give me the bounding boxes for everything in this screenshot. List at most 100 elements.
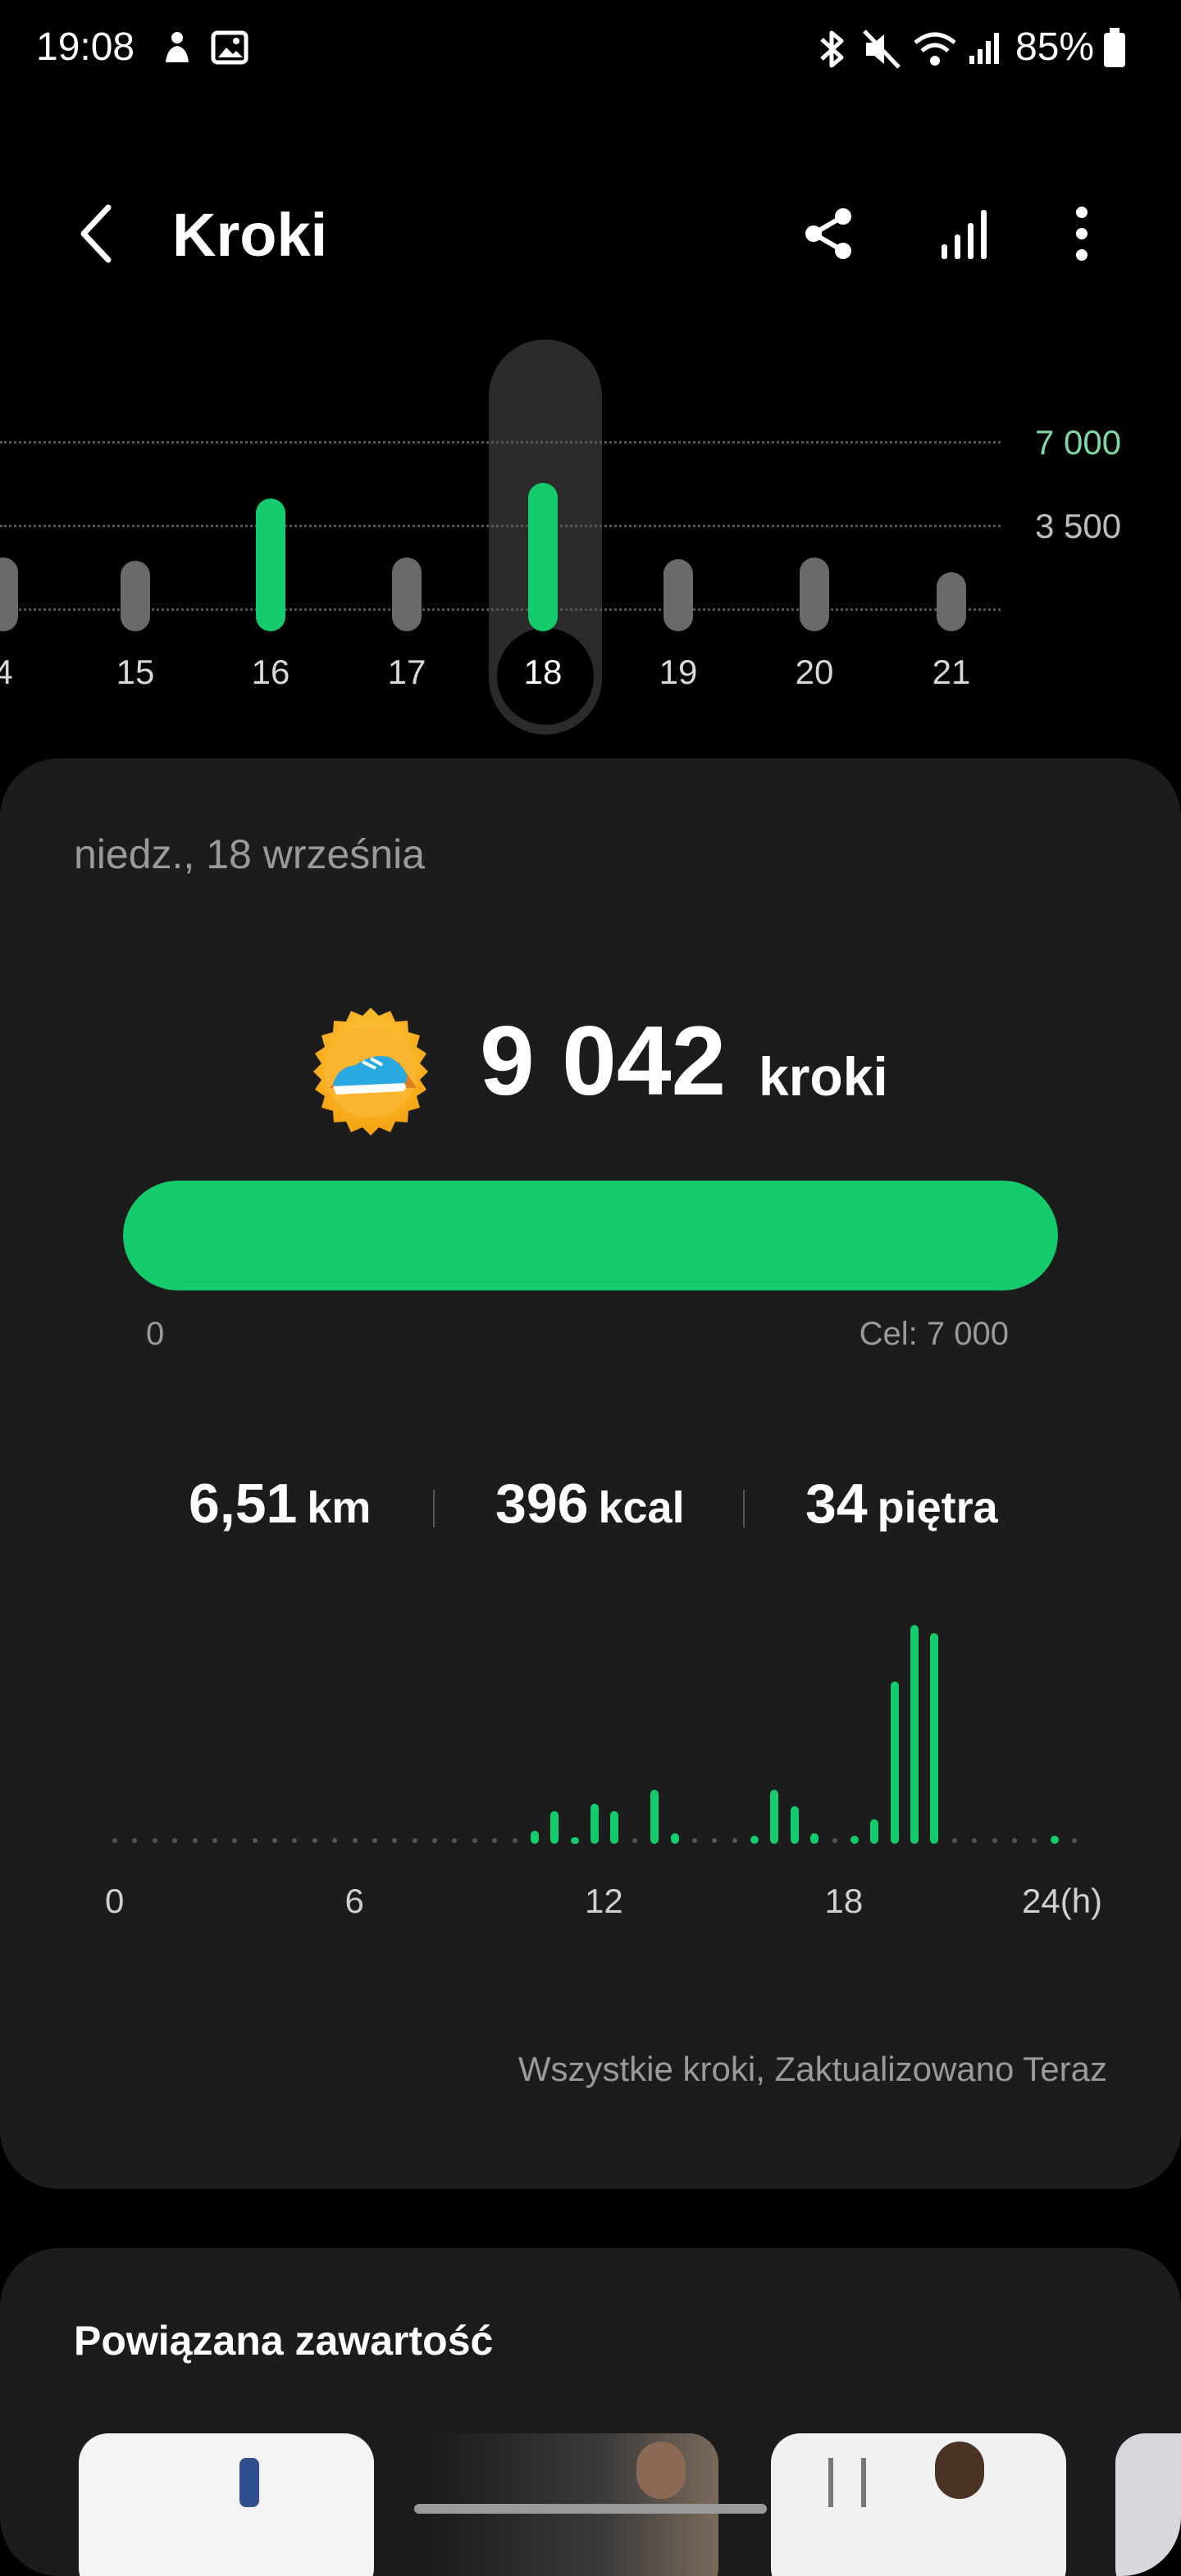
progress-min-label: 0 [146,1316,165,1352]
hour-baseline-dot [352,1838,358,1843]
goal-gridline-label: 7 000 [1035,423,1122,462]
hour-axis-label: 0 [105,1882,125,1920]
daily-steps-chart: 7 000 3 500 4 15 16 17 18 19 20 21 [0,328,1181,754]
progress-goal-label: Cel: 7 000 [859,1316,1009,1352]
hour-baseline-dot [472,1838,477,1843]
calories-unit: kcal [598,1483,685,1532]
hour-baseline-dot [452,1838,458,1843]
related-content-card: Powiązana zawartość [0,2248,1181,2576]
steps-unit: kroki [759,1046,888,1107]
hourly-bar [650,1790,659,1844]
hourly-bar [570,1836,579,1844]
day-bar-4[interactable] [0,558,18,631]
notification-icon [157,28,197,71]
steps-summary-card: niedz., 18 września 9 042 kroki 0 Cel: 7… [0,758,1181,2189]
hour-baseline-dot [192,1838,198,1843]
page-title: Kroki [172,201,328,269]
hourly-bar [550,1811,559,1844]
update-status: Wszystkie kroki, Zaktualizowano Teraz [518,2050,1107,2088]
day-bar-17[interactable] [392,558,422,631]
hour-axis-label: 6 [344,1882,364,1920]
hour-baseline-dot [1072,1838,1077,1843]
distance-value: 6,51 [189,1472,298,1535]
calories-stat: 396 kcal [495,1472,685,1536]
day-label-19[interactable]: 19 [645,653,711,692]
share-button[interactable] [792,198,866,272]
day-bar-18[interactable] [528,483,558,631]
hour-baseline-dot [132,1838,138,1843]
half-goal-gridline-label: 3 500 [1035,507,1122,545]
status-time: 19:08 [36,25,135,69]
day-label-4[interactable]: 4 [0,653,36,692]
hour-baseline-dot [492,1838,498,1843]
calories-value: 396 [495,1472,589,1535]
hour-baseline-dot [372,1838,377,1843]
day-label-16[interactable]: 16 [238,653,303,692]
mute-icon [861,28,904,75]
related-thumbnail[interactable] [771,2433,1066,2576]
hourly-bar [870,1819,879,1844]
related-thumbnail[interactable] [1115,2433,1181,2576]
floors-stat: 34 piętra [805,1472,998,1536]
hourly-bar [790,1805,799,1844]
hour-baseline-dot [292,1838,298,1843]
hourly-bar [530,1830,539,1844]
hour-baseline-dot [312,1838,317,1843]
shoe-badge-icon [303,1004,438,1143]
stat-divider [743,1490,745,1527]
hourly-bar [930,1633,939,1844]
hour-baseline-dot [392,1838,398,1843]
day-bar-15[interactable] [121,561,150,631]
half-goal-gridline [0,525,1001,527]
hour-baseline-dot [432,1838,437,1843]
stats-row: 6,51 km 396 kcal 34 piętra [0,1472,1181,1554]
share-icon [800,205,858,266]
day-bar-19[interactable] [663,559,693,631]
hour-baseline-dot [272,1838,277,1843]
hour-baseline-dot [691,1838,697,1843]
hour-axis-label: 18 [824,1882,864,1920]
distance-unit: km [307,1483,372,1532]
day-label-21[interactable]: 21 [919,653,984,692]
hourly-bar [770,1790,779,1844]
related-thumbnail[interactable] [79,2433,374,2576]
hour-baseline-dot [732,1838,737,1843]
hourly-bar [810,1832,819,1844]
back-button[interactable] [59,198,133,272]
day-label-18[interactable]: 18 [510,653,576,692]
day-bar-21[interactable] [937,572,966,631]
day-label-15[interactable]: 15 [103,653,168,692]
navigation-gesture-bar[interactable] [414,2504,767,2514]
day-label-17[interactable]: 17 [374,653,440,692]
day-bar-16[interactable] [256,498,285,631]
hourly-bar [910,1625,919,1844]
hour-baseline-dot [232,1838,238,1843]
hourly-bar [590,1803,599,1844]
more-options-button[interactable] [1045,198,1119,272]
hour-baseline-dot [832,1838,837,1843]
back-arrow-icon [75,201,116,271]
hour-baseline-dot [112,1838,117,1843]
hour-axis-label: 12 [585,1882,623,1920]
bluetooth-icon [812,28,851,75]
gallery-icon [210,28,249,71]
hour-baseline-dot [412,1838,417,1843]
trends-button[interactable] [927,198,1001,272]
selected-date: niedz., 18 września [74,831,426,877]
hourly-bar [890,1682,899,1844]
hour-baseline-dot [1032,1838,1037,1843]
day-bar-20[interactable] [800,558,829,631]
chart-icon [935,205,992,266]
hour-baseline-dot [951,1838,957,1843]
goal-gridline [0,441,1001,444]
hourly-bar [1050,1836,1059,1844]
hourly-bar [670,1832,679,1844]
hour-baseline-dot [1011,1838,1017,1843]
hourly-bar [610,1811,619,1844]
distance-stat: 6,51 km [189,1472,371,1536]
day-label-20[interactable]: 20 [782,653,847,692]
hourly-steps-chart: 0 6 12 18 24(h) [0,1625,1181,1920]
hour-baseline-dot [972,1838,978,1843]
hourly-bar [850,1836,859,1844]
hour-baseline-dot [992,1838,997,1843]
